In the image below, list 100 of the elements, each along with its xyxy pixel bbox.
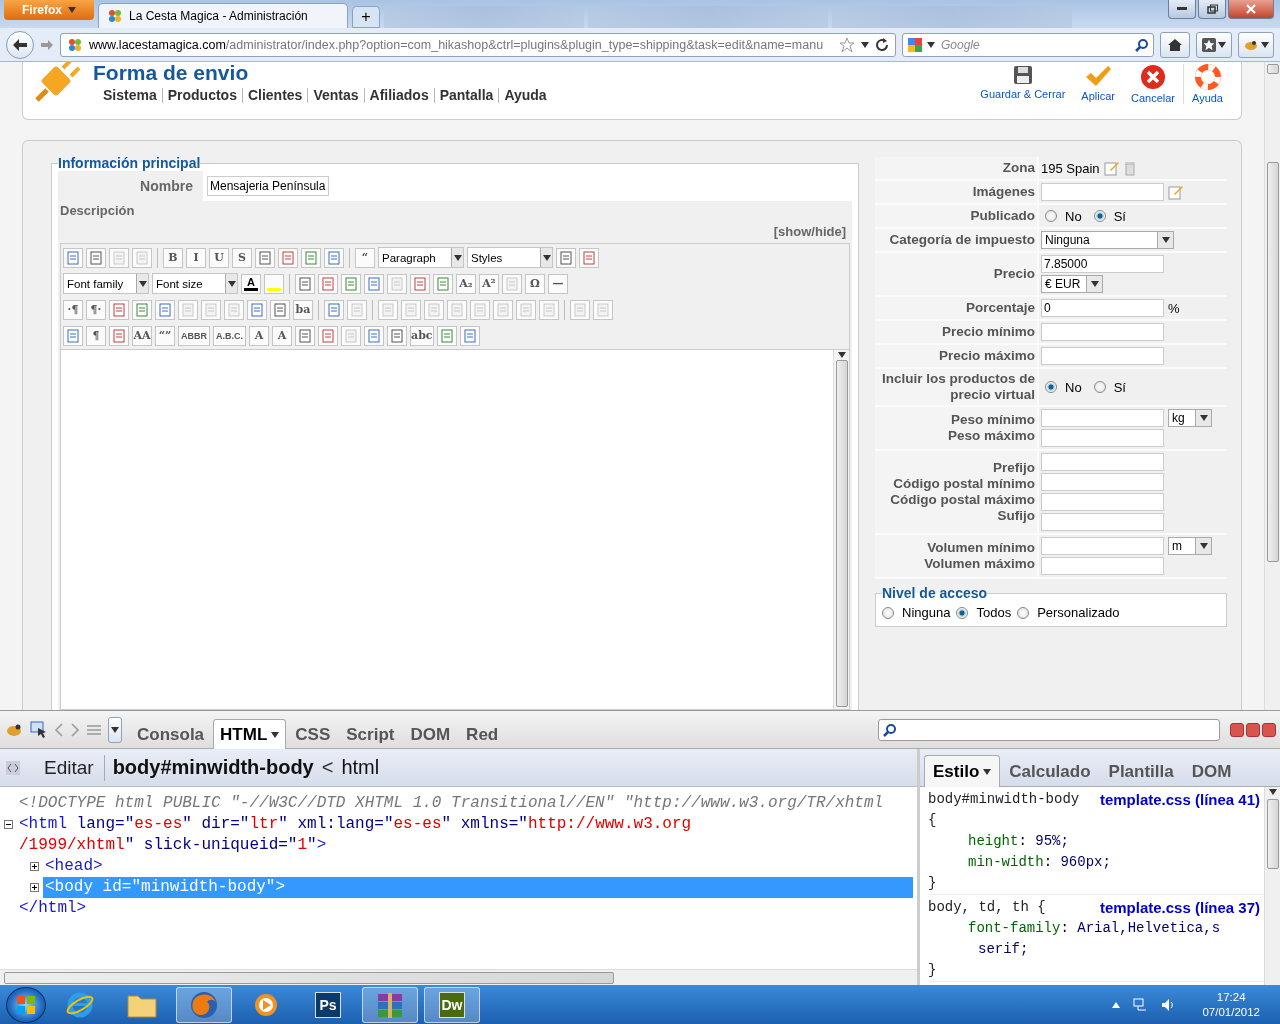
radio-option[interactable]: Ninguna	[882, 605, 951, 620]
taskbar-button[interactable]	[362, 986, 418, 1023]
devtools-tab[interactable]: DOM	[403, 719, 458, 749]
rich-text-editor[interactable]: B I U S “ Paragraph Styles Font family Font size A A₂ A² Ω — ·¶ ¶· ba ¶ AA “” ABBR A.B.C. A A abc	[60, 243, 850, 710]
devtools-tab[interactable]: HTML	[213, 719, 287, 749]
close-button[interactable]	[1228, 0, 1274, 19]
style-tab[interactable]: Estilo	[924, 755, 1001, 787]
taskbar-button[interactable]: Ps	[300, 986, 356, 1023]
devtools-search-field[interactable]	[878, 718, 1220, 741]
home-button[interactable]	[1160, 31, 1190, 58]
radio-button[interactable]	[1045, 381, 1057, 393]
radio-button[interactable]	[882, 606, 894, 619]
stylesheet-link[interactable]: template.css (línea 37)	[1099, 897, 1260, 918]
addon-button[interactable]	[1238, 31, 1274, 58]
radio-button[interactable]	[1093, 381, 1106, 393]
editor-tool-button[interactable]	[109, 299, 129, 320]
radio-button[interactable]	[1093, 210, 1106, 222]
editor-tool-button[interactable]: A₂	[456, 273, 476, 294]
editor-tool-button[interactable]	[324, 299, 344, 320]
start-button[interactable]	[6, 986, 46, 1023]
editor-tool-button[interactable]: ABBR	[178, 325, 210, 346]
editor-tool-button[interactable]	[347, 299, 367, 320]
editor-dropdown[interactable]: Font family	[63, 273, 149, 294]
editor-tool-button[interactable]	[593, 299, 613, 320]
minimize-button[interactable]	[1168, 0, 1196, 19]
menu-item[interactable]: Pantalla	[433, 88, 499, 103]
editor-tool-button[interactable]: I	[186, 247, 206, 268]
editor-tool-button[interactable]: abc	[410, 325, 434, 346]
editor-tool-button[interactable]: A	[249, 325, 269, 346]
devtools-tab[interactable]: CSS	[288, 719, 338, 749]
editor-tool-button[interactable]: U	[209, 247, 229, 268]
editor-tool-button[interactable]	[178, 299, 198, 320]
menu-item[interactable]: Ventas	[307, 88, 364, 103]
dropdown-button[interactable]	[108, 717, 122, 743]
show-hide-link[interactable]: [show/hide]	[773, 224, 846, 239]
editor-tool-button[interactable]	[387, 273, 407, 294]
style-tab[interactable]: DOM	[1182, 755, 1241, 787]
devtools-tab[interactable]: Red	[459, 719, 506, 749]
editor-tool-button[interactable]: A.B.C.	[213, 325, 246, 346]
editor-dropdown[interactable]: Font size	[152, 273, 238, 294]
radio-option[interactable]: Personalizado	[1017, 605, 1120, 620]
taskbar-button[interactable]: Dw	[424, 986, 480, 1023]
editor-tool-button[interactable]: ¶	[86, 325, 106, 346]
editor-tool-button[interactable]: “	[355, 247, 375, 268]
editor-tool-button[interactable]	[318, 273, 338, 294]
style-tab[interactable]: Plantilla	[1099, 755, 1183, 787]
expand-icon[interactable]	[30, 883, 39, 892]
input-field[interactable]	[1041, 347, 1164, 365]
text-color-button[interactable]	[264, 273, 284, 294]
editor-tool-button[interactable]	[341, 325, 361, 346]
editor-tool-button[interactable]	[341, 273, 361, 294]
address-bar[interactable]: www.lacestamagica.com/administrator/index.php?option=com_hikashop&ctrl=plugins&plugin_type=shipping&task=edit&name=manu	[60, 32, 896, 57]
editor-tool-button[interactable]	[556, 247, 576, 268]
collapse-icon[interactable]	[4, 820, 13, 829]
editor-tool-button[interactable]: B	[163, 247, 183, 268]
editor-tool-button[interactable]	[410, 273, 430, 294]
editor-tool-button[interactable]: A	[272, 325, 292, 346]
input-field[interactable]	[1041, 513, 1164, 531]
toolbar-button[interactable]: Aplicar	[1073, 64, 1123, 104]
editor-tool-button[interactable]	[63, 325, 83, 346]
breadcrumb-link[interactable]: body#minwidth-body	[112, 756, 314, 779]
html-tag-line[interactable]: /1999/xhtml" slick-uniqueid="1">	[17, 835, 329, 856]
editor-tool-button[interactable]	[436, 325, 457, 346]
editor-tool-button[interactable]: “”	[155, 325, 175, 346]
detach-button[interactable]	[1246, 722, 1260, 737]
text-color-button[interactable]: A	[241, 273, 261, 294]
editor-tool-button[interactable]	[378, 299, 398, 320]
editor-tool-button[interactable]	[387, 325, 407, 346]
minimize-button[interactable]	[1230, 722, 1244, 737]
editor-tool-button[interactable]	[255, 247, 275, 268]
scrollbar[interactable]	[0, 969, 917, 985]
editor-tool-button[interactable]: ·¶	[63, 299, 83, 320]
scrollbar[interactable]	[833, 350, 849, 709]
unit-select[interactable]: m	[1168, 537, 1212, 555]
input-field[interactable]	[1041, 493, 1164, 511]
price-field[interactable]: 7.85000	[1041, 255, 1164, 273]
currency-select[interactable]: € EUR	[1041, 275, 1103, 293]
expand-icon[interactable]	[30, 862, 39, 871]
toolbar-button[interactable]: Cancelar	[1122, 64, 1183, 104]
editor-tool-button[interactable]	[516, 299, 536, 320]
editor-tool-button[interactable]	[270, 299, 290, 320]
editor-tool-button[interactable]	[86, 247, 106, 268]
radio-option[interactable]: Sí	[1093, 208, 1126, 224]
radio-option[interactable]: Sí	[1093, 379, 1126, 395]
editor-tool-button[interactable]	[109, 247, 129, 268]
editor-tool-button[interactable]	[433, 273, 453, 294]
editor-dropdown[interactable]: Styles	[467, 247, 553, 268]
editor-tool-button[interactable]	[539, 299, 559, 320]
devtools-tab[interactable]: Script	[339, 719, 402, 749]
editor-tool-button[interactable]	[364, 273, 384, 294]
editor-tool-button[interactable]	[301, 247, 321, 268]
devtools-tab[interactable]: Consola	[130, 719, 212, 749]
percentage-field[interactable]: 0	[1041, 299, 1164, 317]
editor-tool-button[interactable]	[570, 299, 590, 320]
editor-tool-button[interactable]	[424, 299, 444, 320]
editor-tool-button[interactable]	[295, 325, 315, 346]
name-field[interactable]: Mensajeria Península	[207, 176, 329, 196]
editor-tool-button[interactable]	[459, 325, 480, 346]
images-field[interactable]	[1041, 183, 1164, 201]
editor-tool-button[interactable]	[318, 325, 338, 346]
